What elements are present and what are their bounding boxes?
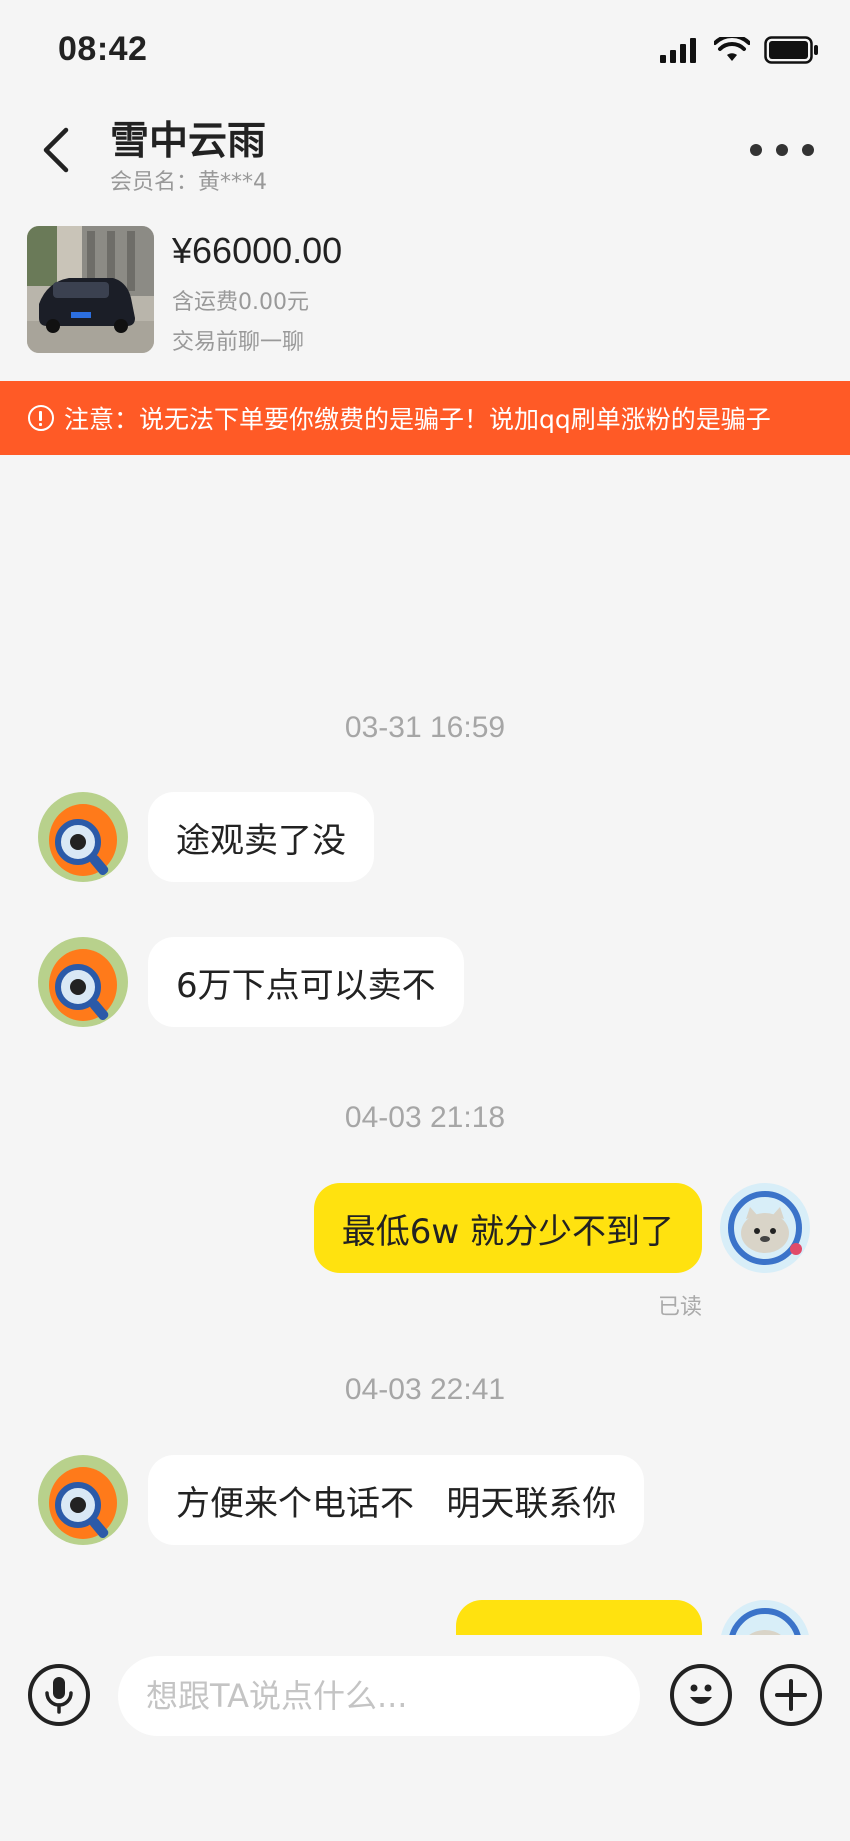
message-timestamp: 04-03 22:41 bbox=[344, 1373, 506, 1406]
message-list[interactable]: 03-31 16:59 途观卖了没 6万下点可以卖不 04-03 21:18 最… bbox=[0, 455, 850, 1635]
signal-icon bbox=[660, 38, 696, 63]
chat-before-trade: 交易前聊一聊 bbox=[172, 330, 305, 355]
page-title: 雪中云雨 bbox=[110, 119, 267, 164]
plus-icon bbox=[775, 1679, 807, 1711]
warning-text: 注意：说无法下单要你缴费的是骗子！说加qq刷单涨粉的是骗子 bbox=[64, 405, 771, 434]
battery-icon bbox=[764, 36, 818, 64]
message-timestamp: 04-03 21:18 bbox=[344, 1101, 506, 1134]
more-icon bbox=[750, 144, 762, 156]
message-timestamp: 03-31 16:59 bbox=[344, 711, 506, 744]
emoji-icon bbox=[690, 1684, 712, 1704]
voice-button[interactable] bbox=[28, 1664, 90, 1726]
shipping-fee: 含运费0.00元 bbox=[172, 290, 309, 315]
avatar-me[interactable] bbox=[720, 1600, 810, 1635]
member-name: 会员名：黄***4 bbox=[110, 170, 267, 195]
message-bubble-other[interactable]: 方便来个电话不 明天联系你 bbox=[148, 1455, 645, 1545]
more-button[interactable] bbox=[750, 138, 814, 162]
warning-icon bbox=[28, 405, 54, 431]
status-icons bbox=[660, 36, 820, 64]
emoji-button[interactable] bbox=[670, 1664, 732, 1726]
back-button[interactable] bbox=[36, 122, 76, 178]
product-price: ¥66000.00 bbox=[172, 230, 343, 271]
avatar-other[interactable] bbox=[38, 937, 128, 1027]
product-thumbnail[interactable] bbox=[27, 226, 154, 353]
back-icon bbox=[43, 127, 69, 173]
wifi-icon bbox=[714, 37, 750, 61]
avatar-other[interactable] bbox=[38, 792, 128, 882]
avatar-other[interactable] bbox=[38, 1455, 128, 1545]
avatar-me[interactable] bbox=[720, 1183, 810, 1273]
message-bubble-me-partial[interactable] bbox=[456, 1600, 702, 1635]
message-bubble-me[interactable]: 最低6w 就分少不到了 bbox=[313, 1183, 702, 1273]
status-time: 08:42 bbox=[58, 30, 148, 68]
message-bubble-other[interactable]: 途观卖了没 bbox=[148, 792, 374, 882]
warning-banner: 注意：说无法下单要你缴费的是骗子！说加qq刷单涨粉的是骗子 bbox=[0, 381, 850, 455]
message-bubble-other[interactable]: 6万下点可以卖不 bbox=[148, 937, 464, 1027]
microphone-icon bbox=[45, 1677, 73, 1714]
plus-button[interactable] bbox=[760, 1664, 822, 1726]
read-status: 已读 bbox=[657, 1295, 702, 1320]
message-input[interactable] bbox=[118, 1656, 640, 1736]
